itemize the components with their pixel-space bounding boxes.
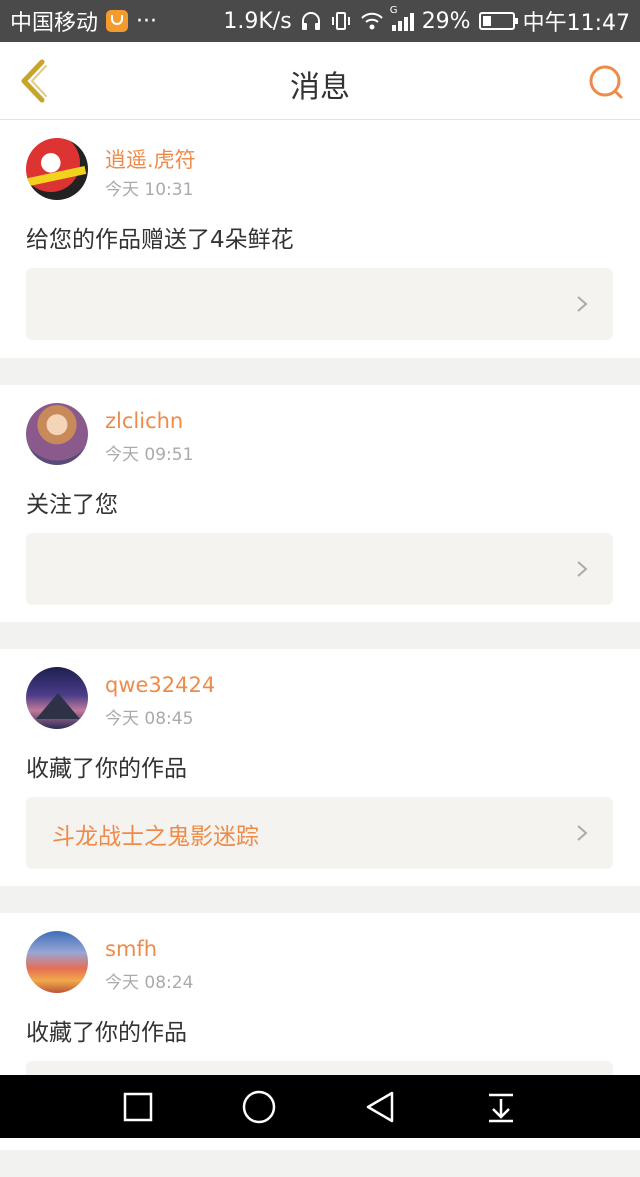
- message-action: 给您的作品赠送了4朵鲜花: [26, 227, 294, 253]
- system-nav-bar: [0, 1075, 640, 1138]
- avatar[interactable]: [26, 667, 88, 729]
- back-triangle-icon[interactable]: [362, 1089, 398, 1125]
- signal-icon: G: [390, 5, 414, 31]
- avatar[interactable]: [26, 403, 88, 465]
- vibrate-icon: [331, 12, 350, 30]
- work-link[interactable]: [26, 533, 613, 605]
- battery-percent: 29%: [421, 8, 471, 34]
- headphone-icon: [301, 12, 320, 30]
- uc-browser-icon: [106, 10, 129, 32]
- message-action: 收藏了你的作品: [26, 756, 187, 782]
- app-header: 消息: [0, 42, 640, 120]
- message-list: 逍遥.虎符 今天 10:31 给您的作品赠送了4朵鲜花 zlclichn 今天 …: [0, 120, 640, 1177]
- carrier-label: 中国移动: [10, 11, 99, 36]
- message-time: 今天 08:24: [105, 973, 194, 993]
- avatar[interactable]: [26, 931, 88, 993]
- network-type: G: [389, 5, 398, 16]
- status-bar: 中国移动 ··· 1.9K/s G 29% 中午11:47: [0, 0, 640, 42]
- message-action: 关注了您: [26, 492, 118, 518]
- chevron-right-icon: [577, 561, 588, 577]
- page-title: 消息: [290, 70, 350, 105]
- work-link[interactable]: 斗龙战士之鬼影迷踪: [26, 797, 613, 869]
- message-time: 今天 08:45: [105, 709, 194, 729]
- sender-name[interactable]: zlclichn: [105, 409, 183, 433]
- home-circle-icon[interactable]: [241, 1089, 277, 1125]
- message-time: 今天 09:51: [105, 445, 194, 465]
- recent-apps-square-icon[interactable]: [120, 1089, 156, 1125]
- message-item[interactable]: qwe32424 今天 08:45 收藏了你的作品 斗龙战士之鬼影迷踪: [0, 649, 640, 886]
- sender-name[interactable]: 逍遥.虎符: [105, 144, 196, 174]
- battery-icon: [478, 12, 518, 30]
- wifi-icon: [360, 12, 383, 30]
- more-notifications-icon: ···: [136, 8, 157, 34]
- message-item[interactable]: zlclichn 今天 09:51 关注了您: [0, 385, 640, 622]
- sender-name[interactable]: qwe32424: [105, 673, 215, 697]
- network-speed: 1.9K/s: [223, 8, 292, 34]
- chevron-right-icon: [577, 296, 588, 312]
- avatar[interactable]: [26, 138, 88, 200]
- work-link[interactable]: [26, 268, 613, 340]
- message-item[interactable]: 逍遥.虎符 今天 10:31 给您的作品赠送了4朵鲜花: [0, 120, 640, 358]
- sender-name[interactable]: smfh: [105, 937, 157, 961]
- search-icon[interactable]: [586, 62, 626, 102]
- notification-pull-down-icon[interactable]: [483, 1089, 519, 1125]
- chevron-right-icon: [577, 825, 588, 841]
- message-action: 收藏了你的作品: [26, 1020, 187, 1046]
- clock: 中午11:47: [522, 11, 630, 36]
- work-title: 斗龙战士之鬼影迷踪: [52, 824, 259, 850]
- message-time: 今天 10:31: [105, 180, 194, 200]
